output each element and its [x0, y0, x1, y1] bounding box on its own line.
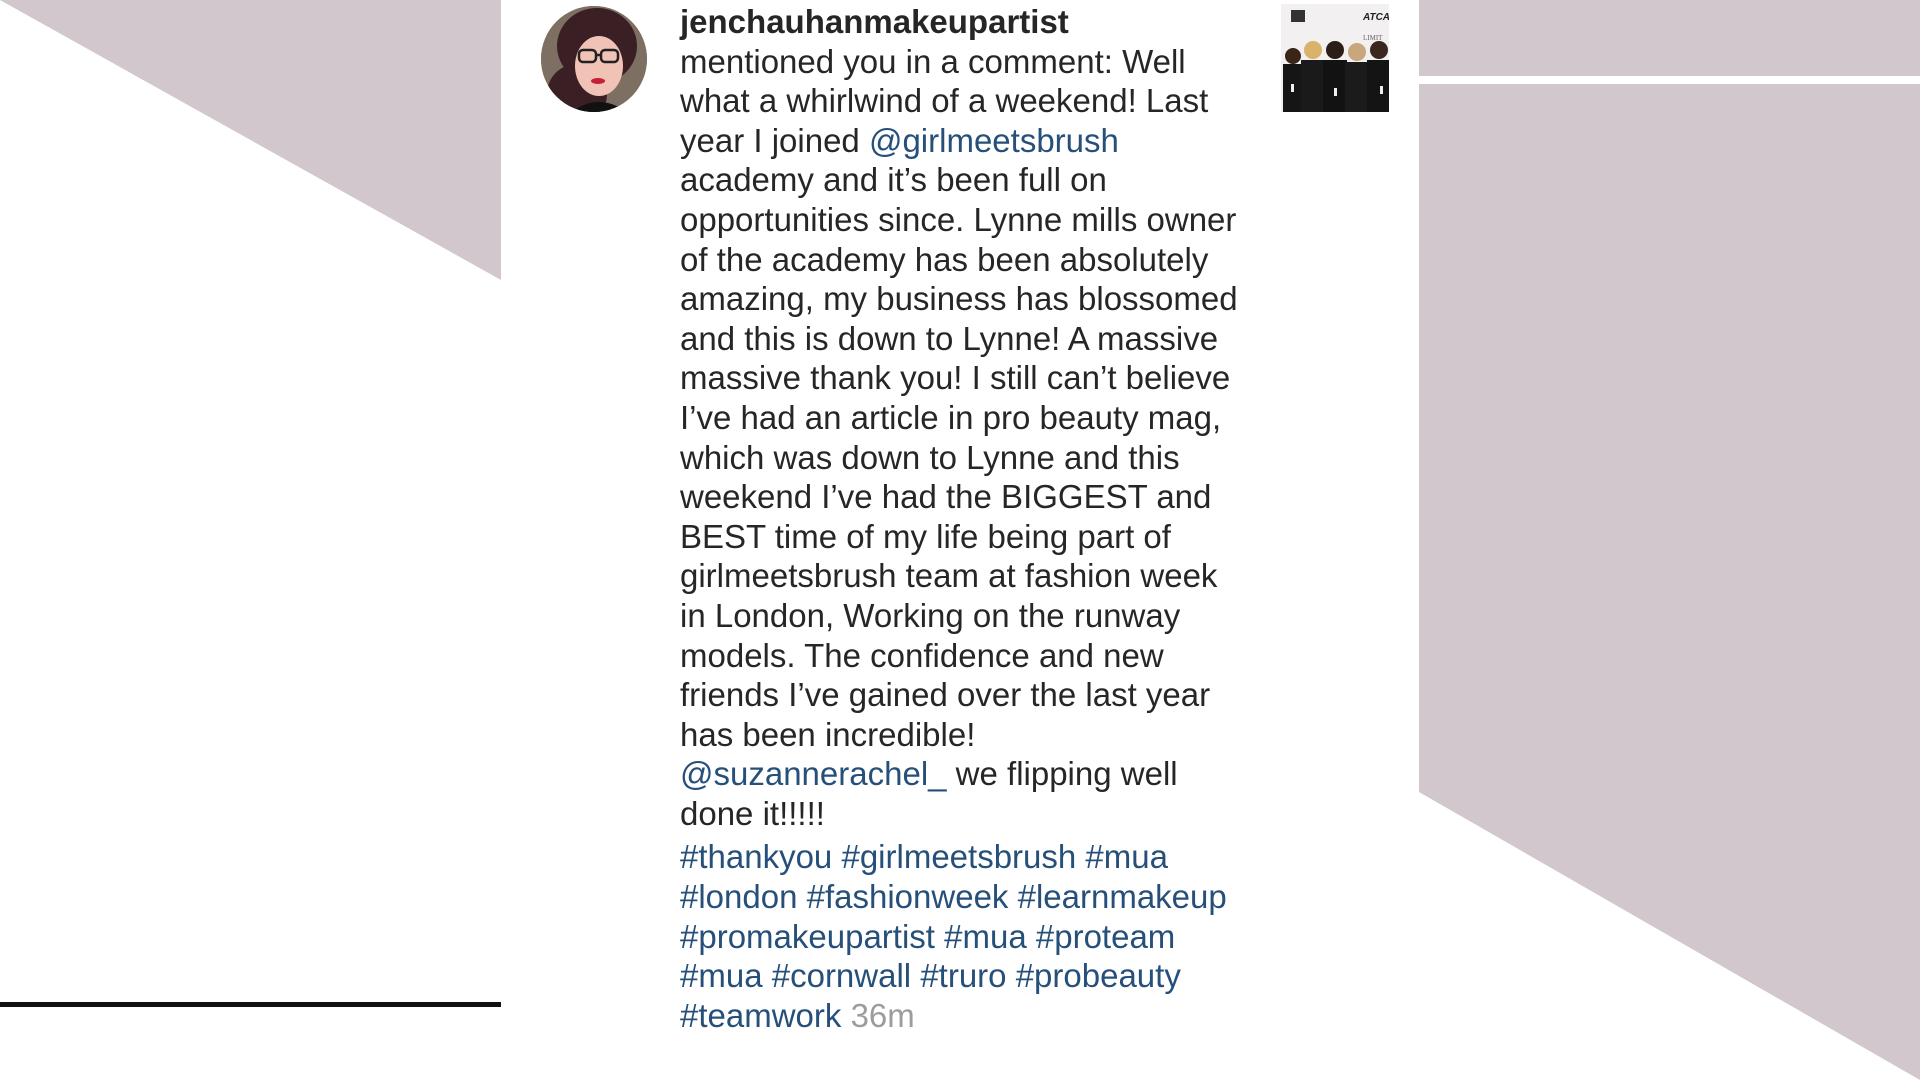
hashtag-probeauty[interactable]: #probeauty [1016, 957, 1181, 994]
bottom-right-triangle [1419, 792, 1920, 1080]
right-panel-block [1419, 84, 1920, 792]
hashtag-mua[interactable]: #mua [944, 918, 1027, 955]
notification-card[interactable]: jenchauhanmakeupartist mentioned you in … [501, 0, 1419, 1080]
hashtag-fashionweek[interactable]: #fashionweek [807, 878, 1009, 915]
timestamp: 36m [850, 996, 915, 1034]
hashtag-truro[interactable]: #truro [920, 957, 1006, 994]
hashtag-proteam[interactable]: #proteam [1036, 918, 1175, 955]
thumbnail-brand-text: ATCA [1362, 12, 1389, 23]
top-left-triangle [0, 0, 501, 280]
group-photo-thumbnail-icon: ATCA LIMIT [1281, 4, 1389, 112]
avatar-portrait-icon [541, 6, 647, 112]
hashtag-cornwall[interactable]: #cornwall [772, 957, 911, 994]
hashtag-mua[interactable]: #mua [680, 957, 763, 994]
hashtag-london[interactable]: #london [680, 878, 797, 915]
comment-body: jenchauhanmakeupartist mentioned you in … [680, 2, 1250, 833]
username-link[interactable]: jenchauhanmakeupartist [680, 3, 1069, 40]
hashtag-list: #thankyou #girlmeetsbrush #mua #london #… [680, 837, 1250, 1035]
hashtag-promakeupartist[interactable]: #promakeupartist [680, 918, 935, 955]
hashtag-girlmeetsbrush[interactable]: #girlmeetsbrush [841, 838, 1076, 875]
hashtag-thankyou[interactable]: #thankyou [680, 838, 832, 875]
mention-girlmeetsbrush[interactable]: @girlmeetsbrush [869, 122, 1119, 159]
hashtag-teamwork[interactable]: #teamwork [680, 997, 841, 1034]
post-thumbnail[interactable]: ATCA LIMIT [1281, 4, 1389, 112]
comment-text-2: academy and it’s been full on opportunit… [680, 161, 1238, 753]
user-avatar[interactable] [541, 6, 647, 112]
thumbnail-small-text: LIMIT [1363, 34, 1383, 42]
hashtag-mua[interactable]: #mua [1085, 838, 1168, 875]
horizontal-rule [0, 1002, 501, 1007]
mention-suzannerachel[interactable]: @suzannerachel_ [680, 755, 947, 792]
hashtag-learnmakeup[interactable]: #learnmakeup [1018, 878, 1227, 915]
notification-text: jenchauhanmakeupartist mentioned you in … [680, 2, 1250, 1035]
top-right-band [1419, 0, 1920, 76]
